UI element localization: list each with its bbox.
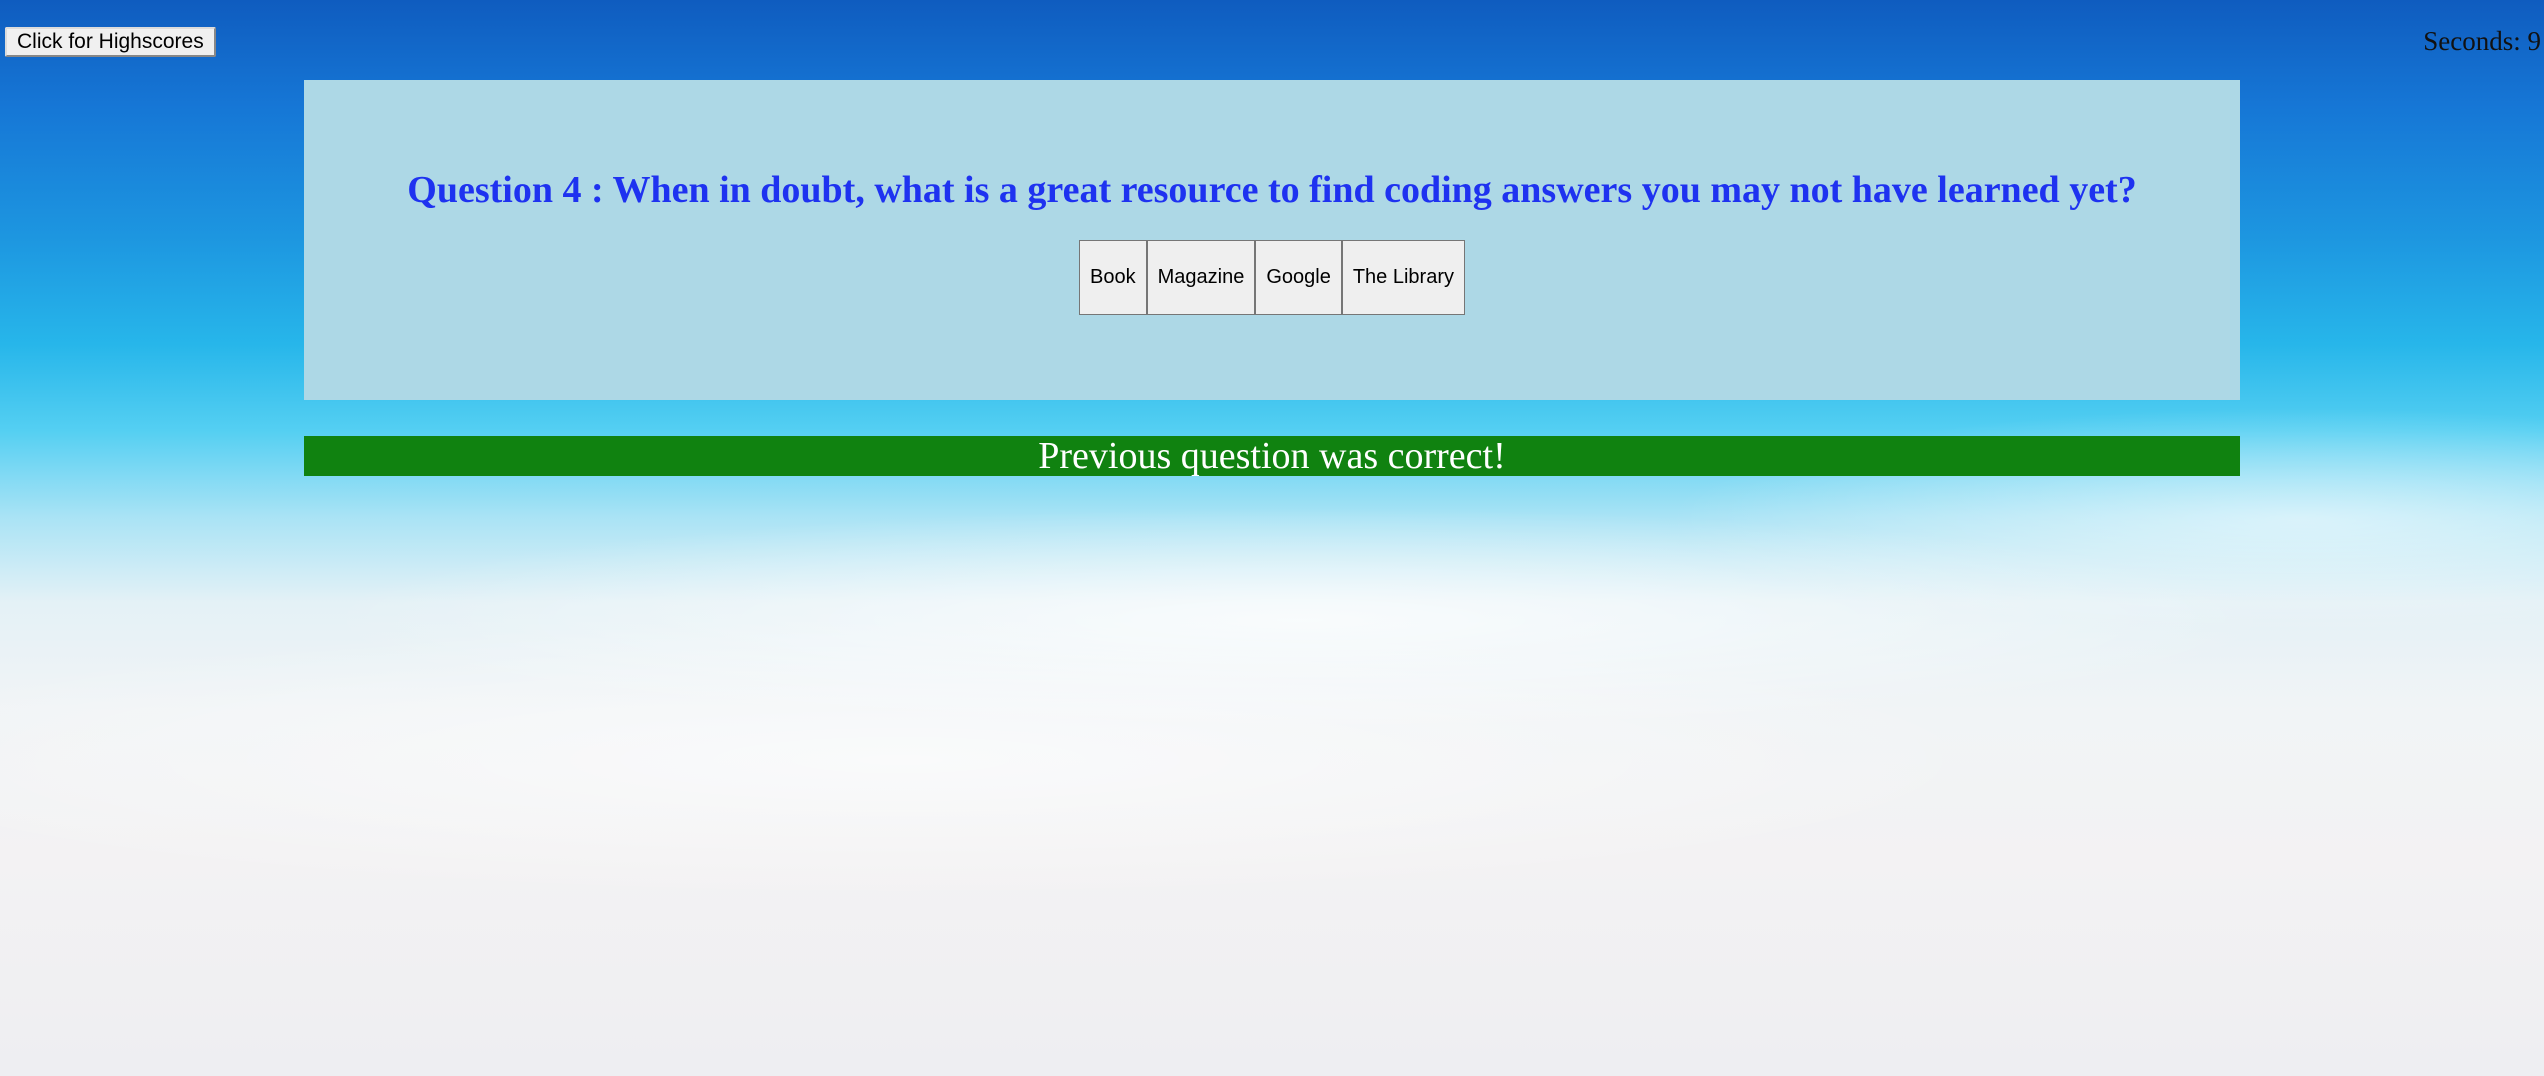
answer-button-book[interactable]: Book	[1079, 240, 1147, 315]
answer-button-google[interactable]: Google	[1255, 240, 1342, 315]
answer-button-the-library[interactable]: The Library	[1341, 240, 1465, 315]
question-title: Question 4 : When in doubt, what is a gr…	[407, 169, 2137, 211]
highscores-button[interactable]: Click for Highscores	[5, 27, 216, 57]
answer-options: Book Magazine Google The Library	[304, 240, 2240, 315]
timer-display: Seconds: 9	[2423, 26, 2541, 56]
question-card: Question 4 : When in doubt, what is a gr…	[304, 80, 2240, 400]
feedback-banner: Previous question was correct!	[304, 436, 2240, 476]
answer-button-magazine[interactable]: Magazine	[1146, 240, 1256, 315]
